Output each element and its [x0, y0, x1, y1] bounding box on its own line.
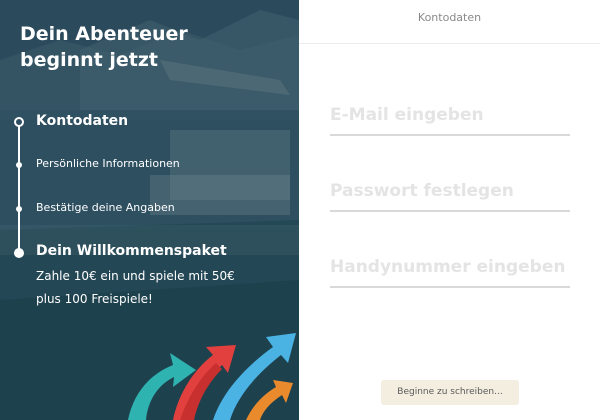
- phone-input[interactable]: [330, 248, 570, 286]
- progress-line: [18, 122, 20, 256]
- step-ring-icon: [14, 117, 24, 127]
- password-input[interactable]: [330, 172, 570, 210]
- form-header: Kontodaten: [299, 0, 600, 44]
- step-label: Dein Willkommenspaket: [36, 243, 227, 259]
- promo-text: Zahle 10€ ein und spiele mit 50€ plus 10…: [36, 265, 276, 311]
- start-typing-button[interactable]: Beginne zu schreiben...: [381, 380, 519, 405]
- right-panel: Kontodaten Beginne zu schreiben...: [299, 0, 600, 420]
- title-line-2: beginnt jetzt: [20, 49, 158, 71]
- left-panel: Dein Abenteuer beginnt jetzt Kontodaten …: [0, 0, 299, 420]
- step-dot-icon: [16, 206, 22, 212]
- phone-field: [330, 248, 570, 288]
- password-field: [330, 172, 570, 212]
- promo-line-1: Zahle 10€ ein und spiele mit 50€: [36, 269, 235, 283]
- email-input[interactable]: [330, 96, 570, 134]
- title-line-1: Dein Abenteuer: [20, 23, 188, 45]
- step-dot-icon: [16, 162, 22, 168]
- promo-line-2: plus 100 Freispiele!: [36, 292, 153, 306]
- email-field: [330, 96, 570, 136]
- step-label: Persönliche Informationen: [36, 157, 180, 170]
- panel-title: Dein Abenteuer beginnt jetzt: [20, 21, 280, 73]
- step-label: Bestätige deine Angaben: [36, 201, 175, 214]
- step-dot-icon: [14, 248, 24, 258]
- step-label: Kontodaten: [36, 113, 129, 129]
- arrows-decoration: [128, 333, 296, 420]
